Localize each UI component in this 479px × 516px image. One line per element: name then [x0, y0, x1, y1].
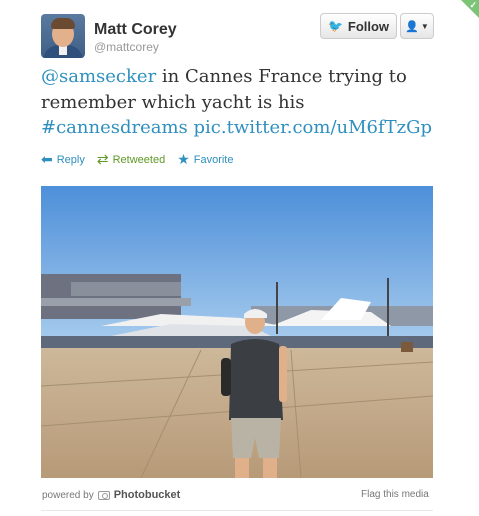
powered-by-label: powered by: [42, 489, 94, 501]
media-link[interactable]: pic.twitter.com/uM6fTzGp: [194, 117, 433, 138]
mention-link[interactable]: @samsecker: [41, 66, 156, 87]
reply-icon: ⬅: [41, 151, 53, 167]
tweet-actions: ⬅ Reply ⇄ Retweeted ★ Favorite: [41, 151, 246, 168]
flag-media-link[interactable]: Flag this media: [361, 489, 429, 500]
star-icon: ★: [177, 151, 190, 167]
reply-action[interactable]: ⬅ Reply: [41, 151, 85, 168]
retweet-icon: ⇄: [96, 151, 109, 167]
check-icon: ✓: [469, 0, 477, 10]
author-name[interactable]: Matt Corey: [94, 21, 177, 39]
powered-by: powered by Photobucket: [42, 489, 180, 501]
reply-label: Reply: [56, 153, 85, 166]
follow-button[interactable]: 🐦 Follow: [320, 13, 397, 39]
tweet-text: @samsecker in Cannes France trying to re…: [41, 64, 441, 141]
divider: [41, 510, 433, 511]
follow-label: Follow: [347, 18, 390, 34]
photo-scene: [41, 186, 433, 478]
avatar[interactable]: [41, 14, 85, 58]
hashtag-link[interactable]: #cannesdreams: [41, 117, 188, 138]
chevron-down-icon: ▼: [420, 21, 429, 31]
retweet-action[interactable]: ⇄ Retweeted: [97, 151, 165, 168]
retweeted-label: Retweeted: [112, 153, 166, 166]
favorite-action[interactable]: ★ Favorite: [177, 151, 233, 168]
user-actions-button[interactable]: 👤 ▼: [400, 13, 434, 39]
photobucket-link[interactable]: Photobucket: [114, 489, 181, 501]
bird-icon: 🐦: [327, 19, 343, 33]
author-handle[interactable]: @mattcorey: [94, 40, 159, 54]
tweet-photo[interactable]: [41, 186, 433, 478]
user-icon: 👤: [405, 20, 419, 33]
camera-icon: [97, 490, 110, 500]
favorite-label: Favorite: [193, 153, 234, 166]
